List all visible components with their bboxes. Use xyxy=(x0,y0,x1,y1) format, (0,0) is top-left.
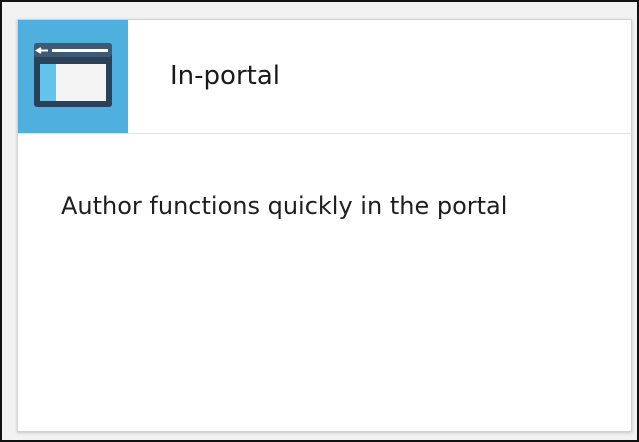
in-portal-option-card[interactable]: In-portal Author functions quickly in th… xyxy=(17,19,632,432)
screenshot-frame: In-portal Author functions quickly in th… xyxy=(0,0,639,442)
browser-window-icon xyxy=(34,43,112,107)
card-header: In-portal xyxy=(18,20,631,134)
icon-tile xyxy=(18,20,128,133)
card-description: Author functions quickly in the portal xyxy=(61,192,508,220)
card-title: In-portal xyxy=(170,61,280,91)
